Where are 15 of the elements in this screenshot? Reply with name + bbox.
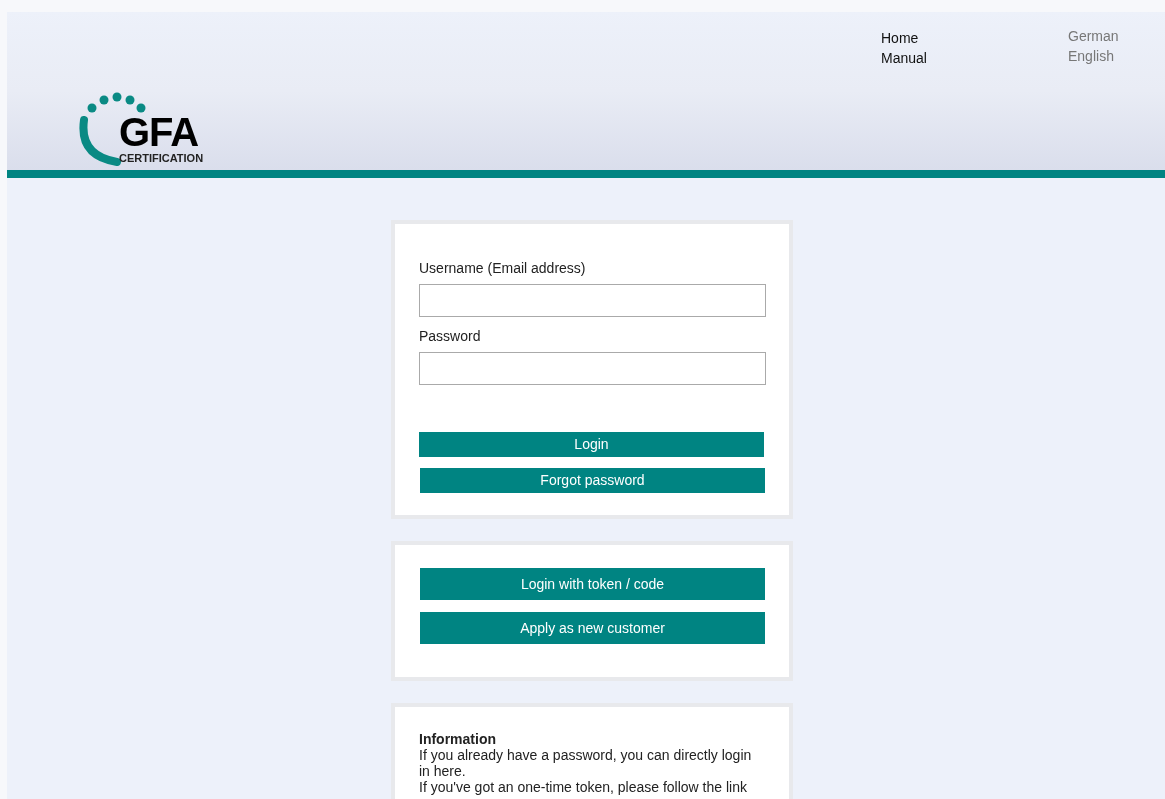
- language-link[interactable]: German: [1068, 26, 1119, 46]
- logo-wordmark: GFA: [119, 112, 200, 152]
- logo-subtitle: CERTIFICATION: [119, 153, 204, 164]
- apply-button[interactable]: Apply as new customer: [420, 612, 765, 644]
- forgot-password-button[interactable]: Forgot password: [420, 468, 765, 493]
- username-label: Username (Email address): [419, 259, 587, 278]
- token-login-button[interactable]: Login with token / code: [420, 568, 765, 600]
- information-text: If you've got an one-time token, please follow the link: [419, 779, 748, 795]
- nav-link[interactable]: Manual: [881, 48, 927, 68]
- information-text: If you already have a password, you can directly login in here.: [419, 747, 753, 779]
- language-link[interactable]: English: [1068, 46, 1119, 66]
- password-label: Password: [419, 327, 482, 346]
- information-heading: Information: [419, 731, 497, 747]
- login-button[interactable]: Login: [419, 432, 764, 457]
- nav-link[interactable]: Home: [881, 28, 927, 48]
